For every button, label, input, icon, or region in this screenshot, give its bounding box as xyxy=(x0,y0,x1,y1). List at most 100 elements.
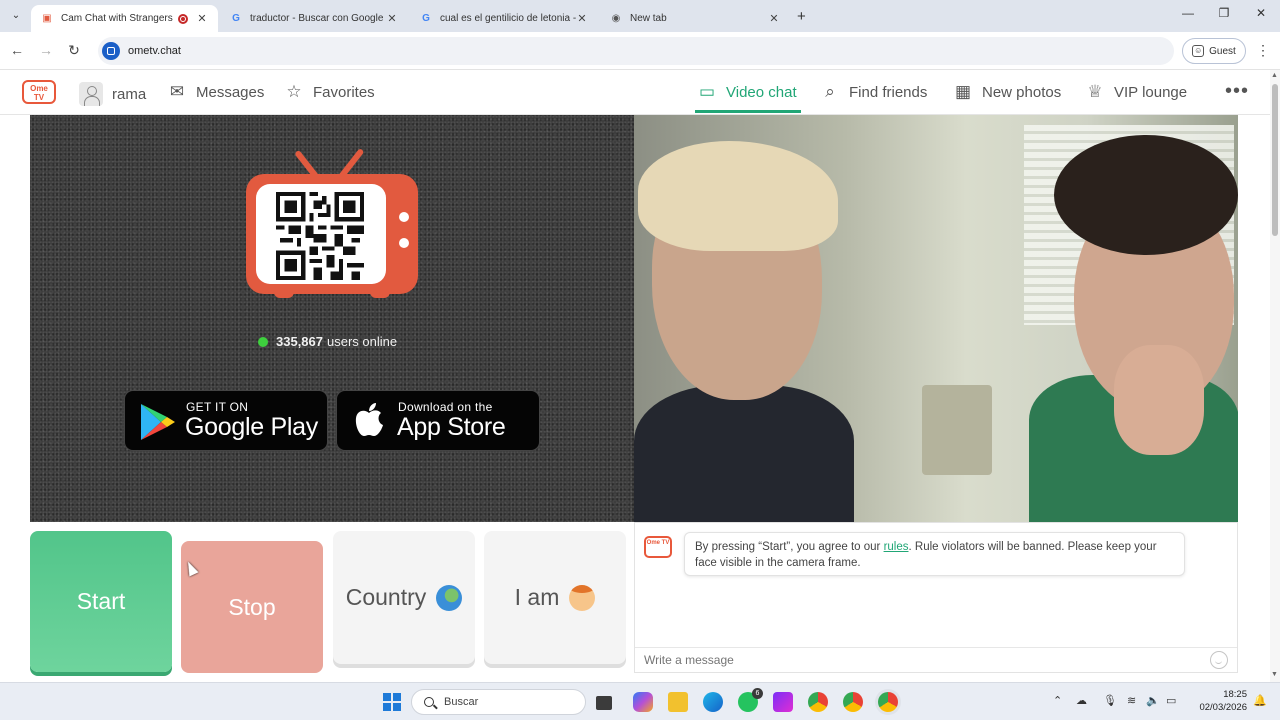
chrome-favicon-icon: ◉ xyxy=(611,12,621,24)
nav-find-friends[interactable]: ⌕ Find friends xyxy=(820,82,927,102)
close-tab-icon[interactable]: ✕ xyxy=(196,12,208,25)
battery-icon[interactable]: ▭ xyxy=(1166,694,1176,707)
chrome-active-icon[interactable] xyxy=(878,692,898,712)
nav-video-chat[interactable]: ▭ Video chat xyxy=(697,82,797,102)
close-tab-icon[interactable]: ✕ xyxy=(576,12,588,25)
nav-label: Find friends xyxy=(849,83,928,101)
qr-code-icon xyxy=(276,192,364,280)
nav-label: New photos xyxy=(982,83,1062,101)
scroll-down-arrow-icon[interactable]: ▼ xyxy=(1271,671,1278,678)
nav-favorites[interactable]: ☆ Favorites xyxy=(284,82,374,102)
tv-icon: ▭ xyxy=(698,82,716,101)
nav-messages[interactable]: ✉ Messages xyxy=(167,82,265,102)
scroll-up-arrow-icon[interactable]: ▲ xyxy=(1271,72,1278,79)
ometv-logo[interactable]: Ome TV xyxy=(20,74,58,106)
profile-label: Guest xyxy=(1209,45,1236,57)
tray-overflow-chevron-icon[interactable]: ⌃ xyxy=(1053,694,1062,707)
whatsapp-badge: 6 xyxy=(752,688,763,699)
apple-icon xyxy=(355,403,383,436)
star-icon: ☆ xyxy=(286,82,302,101)
partner-video-feed xyxy=(634,115,1238,522)
qr-tv-icon xyxy=(244,142,420,298)
back-arrow-icon[interactable]: ← xyxy=(8,42,26,58)
user-profile-link[interactable]: rama xyxy=(79,82,146,106)
windows-start-icon[interactable] xyxy=(383,693,401,711)
new-tab-plus-icon[interactable]: + xyxy=(797,8,806,25)
browser-tabstrip: ⌄ ▣ Cam Chat with Strangers on ✕ G tradu… xyxy=(0,0,1280,32)
chat-ometv-logo: Ome TV xyxy=(644,536,672,558)
tab-search-chevron-icon[interactable]: ⌄ xyxy=(6,7,26,25)
gender-button[interactable]: I am xyxy=(484,531,626,664)
photo-icon: ▦ xyxy=(954,82,972,101)
taskbar-clock[interactable]: 18:25 02/03/2026 xyxy=(1193,688,1247,714)
whatsapp-icon[interactable]: 6 xyxy=(738,688,763,712)
tab-title: traductor - Buscar con Google xyxy=(250,13,384,24)
emoji-smile-icon[interactable] xyxy=(1210,651,1228,669)
rules-link[interactable]: rules xyxy=(884,541,909,553)
online-dot-icon xyxy=(258,336,268,347)
close-tab-icon[interactable]: ✕ xyxy=(768,12,780,25)
tab-traductor[interactable]: G traductor - Buscar con Google ✕ xyxy=(220,5,408,32)
google-play-line1: GET IT ON xyxy=(186,400,249,414)
magnifier-icon: ⌕ xyxy=(825,82,835,101)
tab-title: cual es el gentilicio de letonia - xyxy=(440,13,576,24)
profile-guest-button[interactable]: ☺ Guest xyxy=(1182,38,1246,64)
chrome-alt-profile-icon[interactable] xyxy=(843,692,863,712)
country-button[interactable]: Country xyxy=(333,531,475,664)
address-bar[interactable]: ometv.chat xyxy=(98,37,1174,65)
onedrive-icon[interactable]: ☁ xyxy=(1076,694,1087,707)
message-input[interactable] xyxy=(644,653,1184,667)
minimize-icon[interactable]: — xyxy=(1178,6,1198,20)
nav-new-photos[interactable]: ▦ New photos xyxy=(953,82,1061,102)
person-face-icon xyxy=(569,584,596,611)
edge-icon[interactable] xyxy=(703,692,723,712)
scrollbar-thumb[interactable] xyxy=(1272,84,1278,236)
volume-icon[interactable]: 🔈 xyxy=(1146,694,1160,707)
wifi-icon[interactable]: ≋ xyxy=(1127,694,1136,707)
forward-arrow-icon[interactable]: → xyxy=(37,42,55,58)
system-message: By pressing “Start”, you agree to our ru… xyxy=(684,532,1185,576)
app-store-button[interactable]: Download on the App Store xyxy=(336,390,540,451)
site-info-icon[interactable] xyxy=(102,42,120,60)
close-window-icon[interactable]: ✕ xyxy=(1251,6,1271,20)
site-header: Ome TV rama ✉ Messages ☆ Favorites ▭ Vid… xyxy=(0,70,1270,115)
reload-icon[interactable]: ↻ xyxy=(65,42,83,59)
chat-panel: Ome TV By pressing “Start”, you agree to… xyxy=(634,522,1238,673)
google-favicon-icon: G xyxy=(232,12,240,24)
tab-new-tab[interactable]: ◉ New tab ✕ xyxy=(600,5,790,32)
url-text[interactable]: ometv.chat xyxy=(128,45,181,57)
task-view-icon[interactable] xyxy=(596,696,612,710)
app-store-line1: Download on the xyxy=(398,400,493,414)
stop-button[interactable]: Stop xyxy=(181,541,323,673)
tab-ometv[interactable]: ▣ Cam Chat with Strangers on ✕ xyxy=(31,5,218,32)
restore-icon[interactable]: ❐ xyxy=(1214,6,1234,20)
microphone-icon[interactable]: 🎙 xyxy=(1103,694,1117,707)
start-label: Start xyxy=(76,588,126,614)
nav-vip-lounge[interactable]: ♕ VIP lounge xyxy=(1085,82,1187,102)
chat-input-row xyxy=(635,647,1237,673)
crown-icon: ♕ xyxy=(1087,82,1103,101)
clock-time: 18:25 xyxy=(1223,689,1247,700)
iam-label: I am xyxy=(514,584,560,610)
page-scrollbar[interactable]: ▲ ▼ xyxy=(1270,70,1280,682)
more-menu-icon[interactable]: ••• xyxy=(1225,80,1249,103)
users-count: 335,867 xyxy=(276,334,323,349)
google-play-button[interactable]: GET IT ON Google Play xyxy=(124,390,328,451)
chrome-profile-icon[interactable] xyxy=(808,692,828,712)
start-button[interactable]: Start xyxy=(30,531,172,672)
close-tab-icon[interactable]: ✕ xyxy=(386,12,398,25)
file-explorer-icon[interactable] xyxy=(668,692,688,712)
online-users-counter: 335,867 users online xyxy=(258,334,397,349)
profile-icon: ☺ xyxy=(1192,45,1205,57)
local-video-panel: 335,867 users online GET IT ON Google Pl… xyxy=(30,115,634,522)
notification-bell-icon[interactable]: 🔔 xyxy=(1253,694,1267,707)
taskbar-search-placeholder: Buscar xyxy=(444,696,479,708)
browser-menu-kebab-icon[interactable]: ⋮ xyxy=(1256,42,1270,59)
nav-label: Video chat xyxy=(726,83,797,101)
tab-gentilicio[interactable]: G cual es el gentilicio de letonia - ✕ xyxy=(410,5,598,32)
taskbar-search[interactable]: Buscar xyxy=(411,689,586,715)
copilot-icon[interactable] xyxy=(633,692,653,712)
active-tab-underline xyxy=(695,110,801,113)
stop-label: Stop xyxy=(228,593,276,620)
clipchamp-icon[interactable] xyxy=(773,692,793,712)
